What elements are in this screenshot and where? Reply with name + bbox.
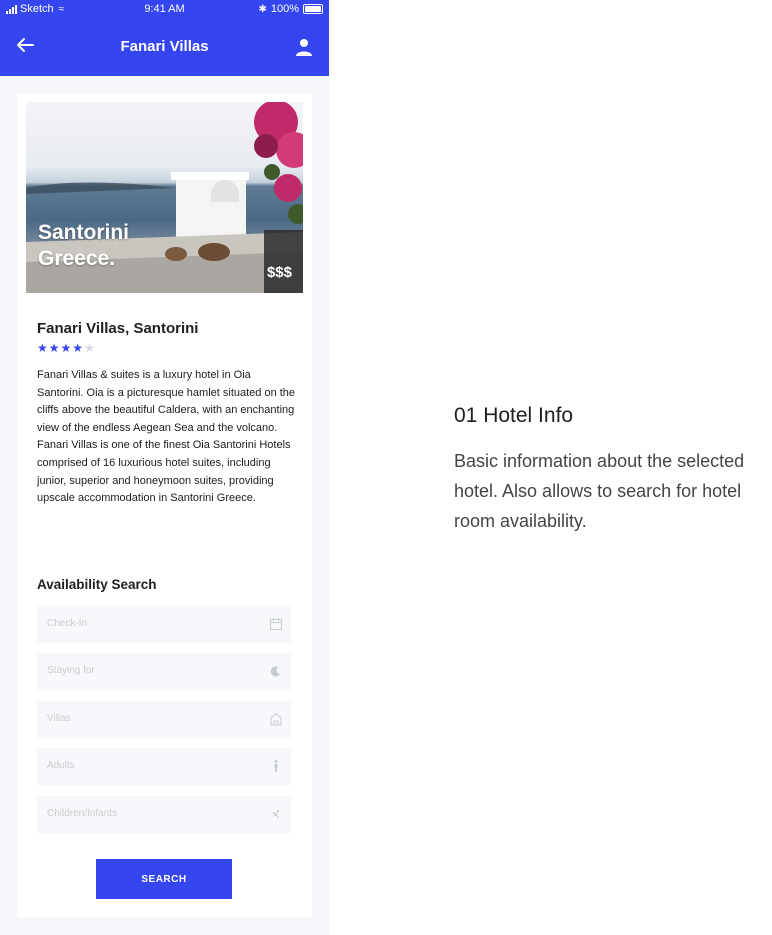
calendar-icon [270, 618, 282, 630]
adults-field[interactable]: Adults [37, 748, 291, 785]
adult-icon [274, 760, 278, 772]
star-filled-icon: ★ [60, 341, 72, 355]
bluetooth-icon: ✱ [258, 3, 267, 15]
adults-placeholder: Adults [47, 760, 75, 771]
child-icon [272, 809, 280, 818]
battery-percent: 100% [270, 3, 299, 15]
status-bar: Sketch ≈ 9:41 AM ✱ 100% [0, 0, 329, 20]
hotel-description: Fanari Villas & suites is a luxury hotel… [37, 369, 296, 505]
price-tier: $$$ [266, 264, 292, 281]
star-rating: ★ ★ ★ ★ ★ [37, 341, 95, 355]
villas-placeholder: Villas [47, 713, 71, 724]
hero-headline-line2: Greece. [38, 247, 116, 270]
search-button[interactable]: SEARCH [96, 859, 232, 899]
availability-search-title: Availability Search [37, 577, 157, 592]
annotation-title: 01 Hotel Info [454, 404, 574, 427]
battery-icon [303, 4, 323, 14]
children-infants-field[interactable]: Children/Infants [37, 796, 291, 833]
star-filled-icon: ★ [48, 341, 60, 355]
hero-headline: Santorini Greece. [38, 220, 129, 272]
annotation-body: Basic information about the selected hot… [454, 451, 745, 531]
check-in-field[interactable]: Check-In [37, 606, 291, 643]
hero-image: Santorini Greece. $$$ [26, 102, 303, 293]
hotel-card: Santorini Greece. $$$ Fanari Villas, San… [17, 93, 312, 917]
star-filled-icon: ★ [37, 341, 48, 355]
children-infants-placeholder: Children/Infants [47, 808, 118, 819]
staying-for-field[interactable]: Staying for [37, 653, 291, 690]
house-icon [270, 712, 282, 726]
app-header: Sketch ≈ 9:41 AM ✱ 100% Fanari Villas [0, 0, 329, 76]
page-title: Fanari Villas [120, 38, 209, 55]
star-empty-icon: ★ [84, 341, 95, 355]
villas-field[interactable]: Villas [37, 701, 291, 738]
user-icon[interactable] [295, 38, 313, 56]
staying-for-placeholder: Staying for [47, 665, 95, 676]
phone-screen: Sketch ≈ 9:41 AM ✱ 100% Fanari Villas Sa… [0, 0, 329, 935]
check-in-placeholder: Check-In [47, 618, 88, 629]
hotel-name: Fanari Villas, Santorini [37, 320, 199, 337]
status-right: ✱ 100% [258, 3, 323, 15]
hero-headline-line1: Santorini [38, 221, 130, 244]
star-filled-icon: ★ [72, 341, 84, 355]
moon-icon [270, 666, 280, 677]
